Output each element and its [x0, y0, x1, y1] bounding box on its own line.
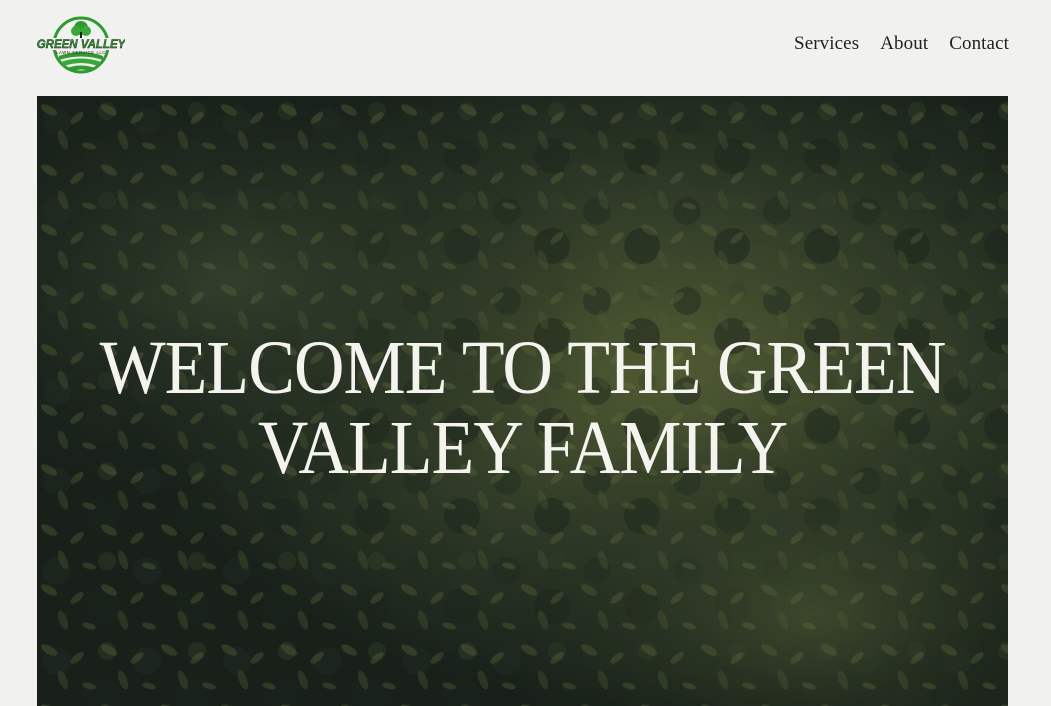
hero-title: WELCOME TO THE GREEN VALLEY FAMILY — [99, 326, 947, 490]
site-header: GREEN VALLEY LAWN SERVICE LLC Services A… — [0, 0, 1051, 96]
nav-link-services[interactable]: Services — [794, 31, 859, 57]
site-logo[interactable]: GREEN VALLEY LAWN SERVICE LLC — [37, 12, 125, 78]
hero-section: WELCOME TO THE GREEN VALLEY FAMILY — [37, 96, 1008, 706]
nav-link-contact[interactable]: Contact — [949, 31, 1009, 57]
logo-text-icon: GREEN VALLEY LAWN SERVICE LLC — [37, 39, 125, 55]
nav-link-about[interactable]: About — [880, 31, 928, 57]
svg-text:LAWN SERVICE LLC: LAWN SERVICE LLC — [56, 50, 106, 55]
main-nav: Services About Contact — [794, 31, 1009, 57]
